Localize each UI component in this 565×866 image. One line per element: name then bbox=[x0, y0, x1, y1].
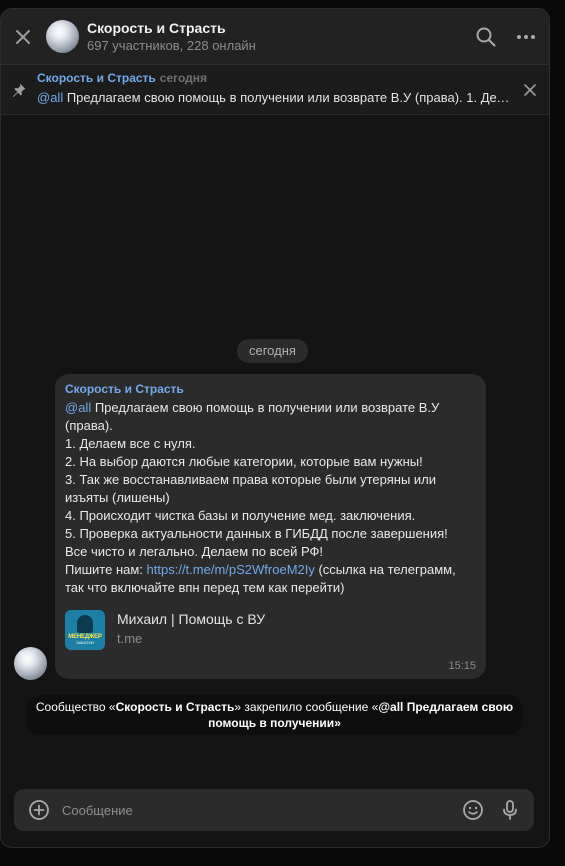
chat-avatar[interactable] bbox=[46, 20, 79, 53]
chat-members-count: 697 участников, 228 онлайн bbox=[87, 38, 256, 53]
attach-plus-icon[interactable] bbox=[28, 799, 50, 821]
message-input[interactable] bbox=[62, 789, 452, 831]
sender-avatar[interactable] bbox=[14, 647, 47, 680]
pinned-text: @all Предлагаем свою помощь в получении … bbox=[37, 90, 513, 105]
message-link[interactable]: https://t.me/m/pS2WfroeM2Iy bbox=[147, 562, 315, 577]
message-bubble[interactable]: Скорость и Страсть @all Предлагаем свою … bbox=[55, 374, 486, 679]
link-preview-domain: t.me bbox=[117, 631, 143, 646]
unpin-close-icon[interactable] bbox=[522, 82, 538, 98]
thumbnail-figure bbox=[77, 615, 93, 633]
service-message: Сообщество «Скорость и Страсть» закрепил… bbox=[27, 695, 522, 735]
message-time: 15:15 bbox=[448, 660, 476, 672]
chat-header: Скорость и Страсть 697 участников, 228 о… bbox=[1, 9, 549, 65]
pinned-author: Скорость и Страсть сегодня bbox=[37, 71, 208, 85]
pin-icon bbox=[11, 82, 27, 98]
chat-title[interactable]: Скорость и Страсть bbox=[87, 20, 226, 36]
pinned-message-bar[interactable]: Скорость и Страсть сегодня @all Предлагае… bbox=[1, 65, 549, 115]
pinned-mention: @all bbox=[37, 90, 64, 105]
close-icon[interactable] bbox=[11, 25, 35, 49]
link-preview-title[interactable]: Михаил | Помощь с ВУ bbox=[117, 611, 265, 627]
thumbnail-sublabel: ЗАКАТКИ bbox=[76, 640, 94, 645]
search-icon[interactable] bbox=[475, 26, 497, 48]
date-divider: сегодня bbox=[237, 339, 308, 363]
chat-window: Скорость и Страсть 697 участников, 228 о… bbox=[0, 8, 550, 848]
message-composer bbox=[14, 789, 534, 831]
message-mention[interactable]: @all bbox=[65, 400, 91, 415]
message-author[interactable]: Скорость и Страсть bbox=[65, 382, 184, 396]
more-icon[interactable] bbox=[515, 26, 537, 48]
emoji-icon[interactable] bbox=[462, 799, 484, 821]
pinned-time: сегодня bbox=[159, 71, 208, 85]
link-preview-thumbnail[interactable]: МЕНЕДЖЕР ЗАКАТКИ bbox=[65, 610, 105, 650]
microphone-icon[interactable] bbox=[499, 799, 521, 821]
message-text: @all Предлагаем свою помощь в получении … bbox=[65, 400, 456, 595]
